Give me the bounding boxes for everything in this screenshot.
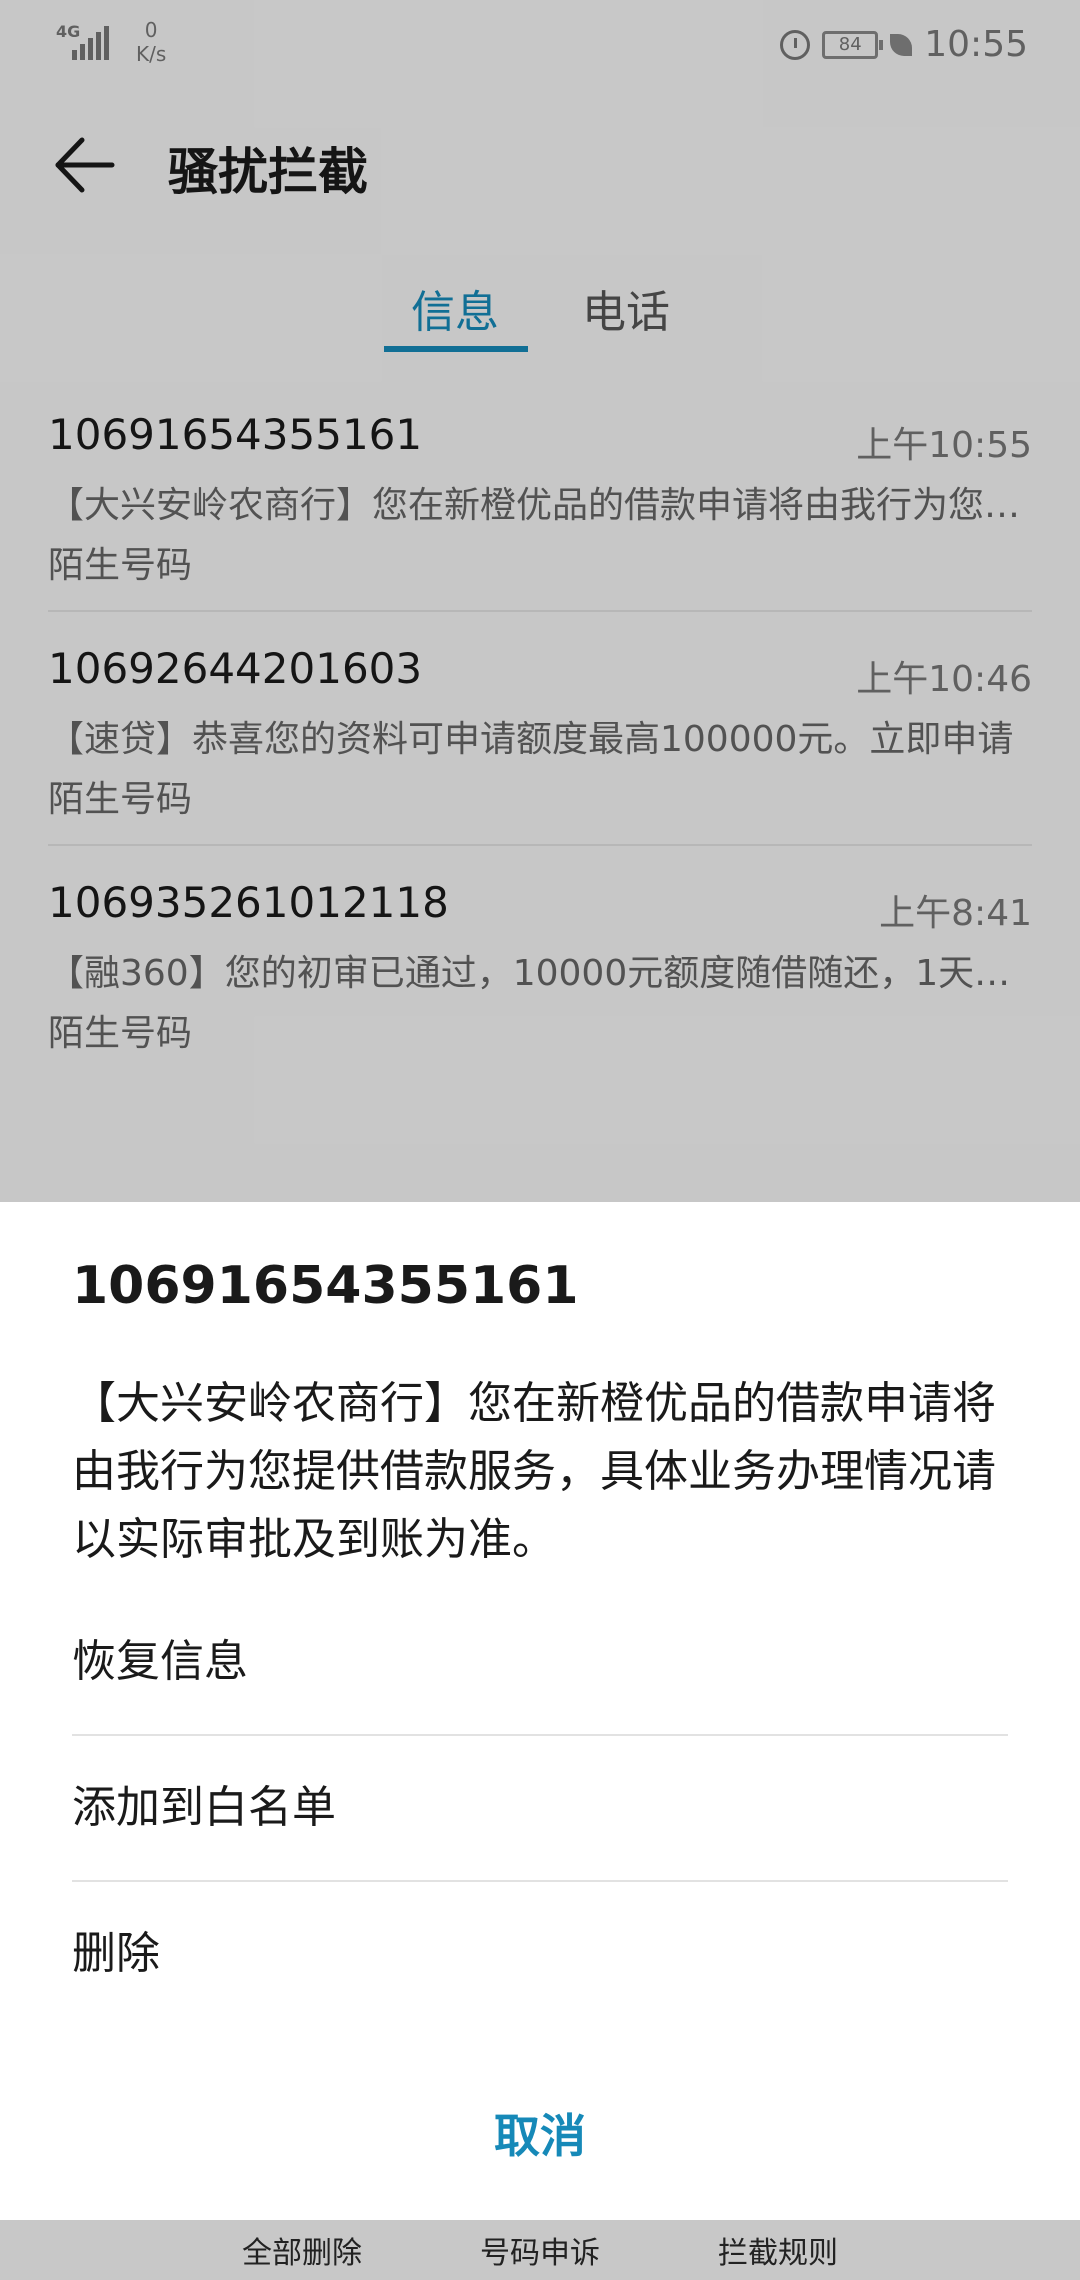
bottom-toolbar: 全部删除 号码申诉 拦截规则 — [0, 2220, 1080, 2280]
number-appeal-button[interactable]: 号码申诉 — [480, 2228, 600, 2272]
add-to-whitelist-button[interactable]: 添加到白名单 — [72, 1736, 1008, 1882]
cancel-button[interactable]: 取消 — [0, 2100, 1080, 2166]
delete-all-button[interactable]: 全部删除 — [242, 2228, 362, 2272]
sheet-sender: 10691654355161 — [72, 1256, 579, 1316]
sheet-message-body: 【大兴安岭农商行】您在新橙优品的借款申请将由我行为您提供借款服务，具体业务办理情… — [72, 1378, 996, 1565]
restore-message-button[interactable]: 恢复信息 — [72, 1590, 1008, 1736]
screen: 4G 0 K/s 84 10:55 骚扰拦截 信息 电话 10691654355… — [0, 0, 1080, 2280]
block-rules-button[interactable]: 拦截规则 — [718, 2228, 838, 2272]
dim-overlay[interactable] — [0, 0, 1080, 1202]
delete-button[interactable]: 删除 — [72, 1882, 1008, 2026]
